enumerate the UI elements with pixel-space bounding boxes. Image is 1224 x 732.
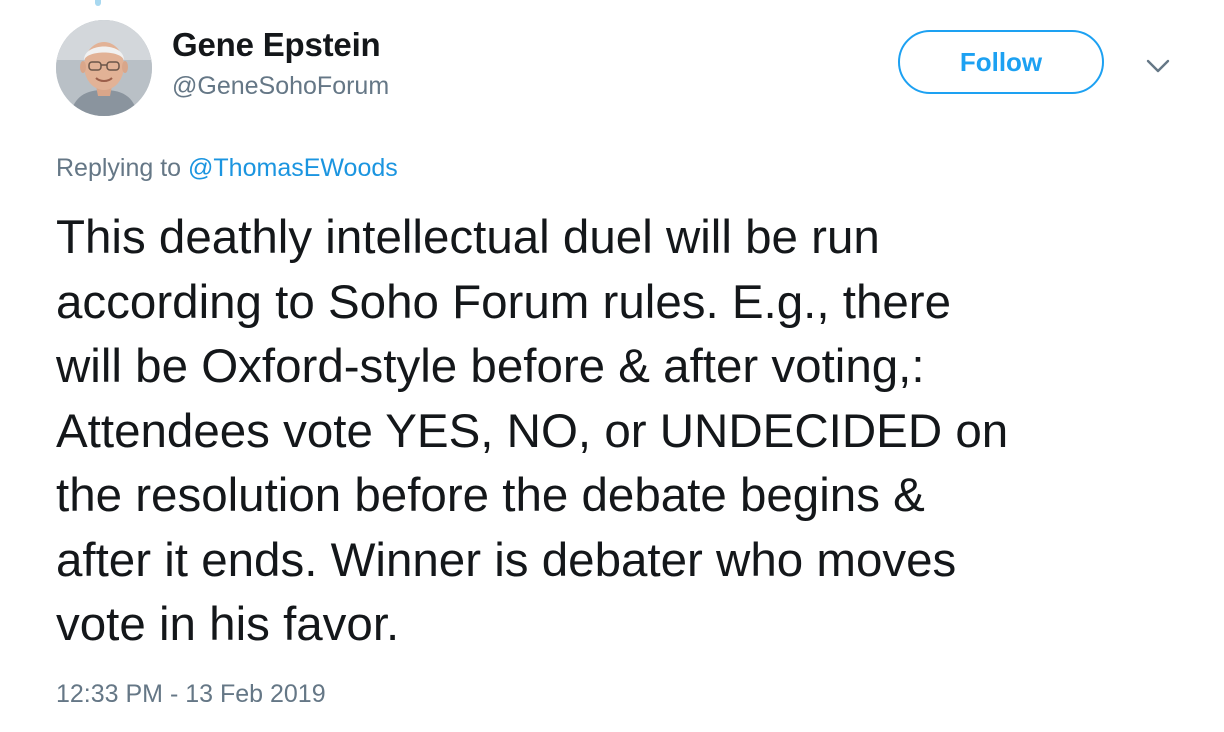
tweet-text-line: This deathly intellectual duel will be r… bbox=[56, 211, 880, 264]
chevron-down-icon[interactable] bbox=[1144, 52, 1172, 80]
tweet-timestamp[interactable]: 12:33 PM - 13 Feb 2019 bbox=[56, 680, 326, 709]
thread-connector bbox=[95, 0, 101, 6]
tweet-card: Gene Epstein @GeneSohoForum Follow Reply… bbox=[0, 0, 1224, 732]
tweet-text: This deathly intellectual duel will be r… bbox=[56, 206, 1186, 658]
tweet-text-line: Attendees vote YES, NO, or UNDECIDED on bbox=[56, 404, 1009, 458]
replying-to: Replying to @ThomasEWoods bbox=[56, 154, 398, 183]
follow-button[interactable]: Follow bbox=[898, 30, 1104, 94]
replying-to-label: Replying to bbox=[56, 154, 189, 182]
user-handle[interactable]: @GeneSohoForum bbox=[172, 72, 389, 101]
tweet-text-line: vote in his favor. bbox=[56, 598, 400, 651]
tweet-text-line: according to Soho Forum rules. E.g., the… bbox=[56, 275, 952, 329]
reply-mention-link[interactable]: @ThomasEWoods bbox=[188, 154, 398, 182]
display-name[interactable]: Gene Epstein bbox=[172, 26, 381, 64]
avatar-photo bbox=[56, 20, 152, 116]
tweet-text-line: the resolution before the debate begins … bbox=[56, 469, 925, 522]
tweet-text-line: will be Oxford-style before & after voti… bbox=[56, 340, 925, 393]
avatar[interactable] bbox=[56, 20, 152, 116]
tweet-text-line: after it ends. Winner is debater who mov… bbox=[56, 533, 957, 587]
follow-button-label: Follow bbox=[959, 46, 1043, 77]
